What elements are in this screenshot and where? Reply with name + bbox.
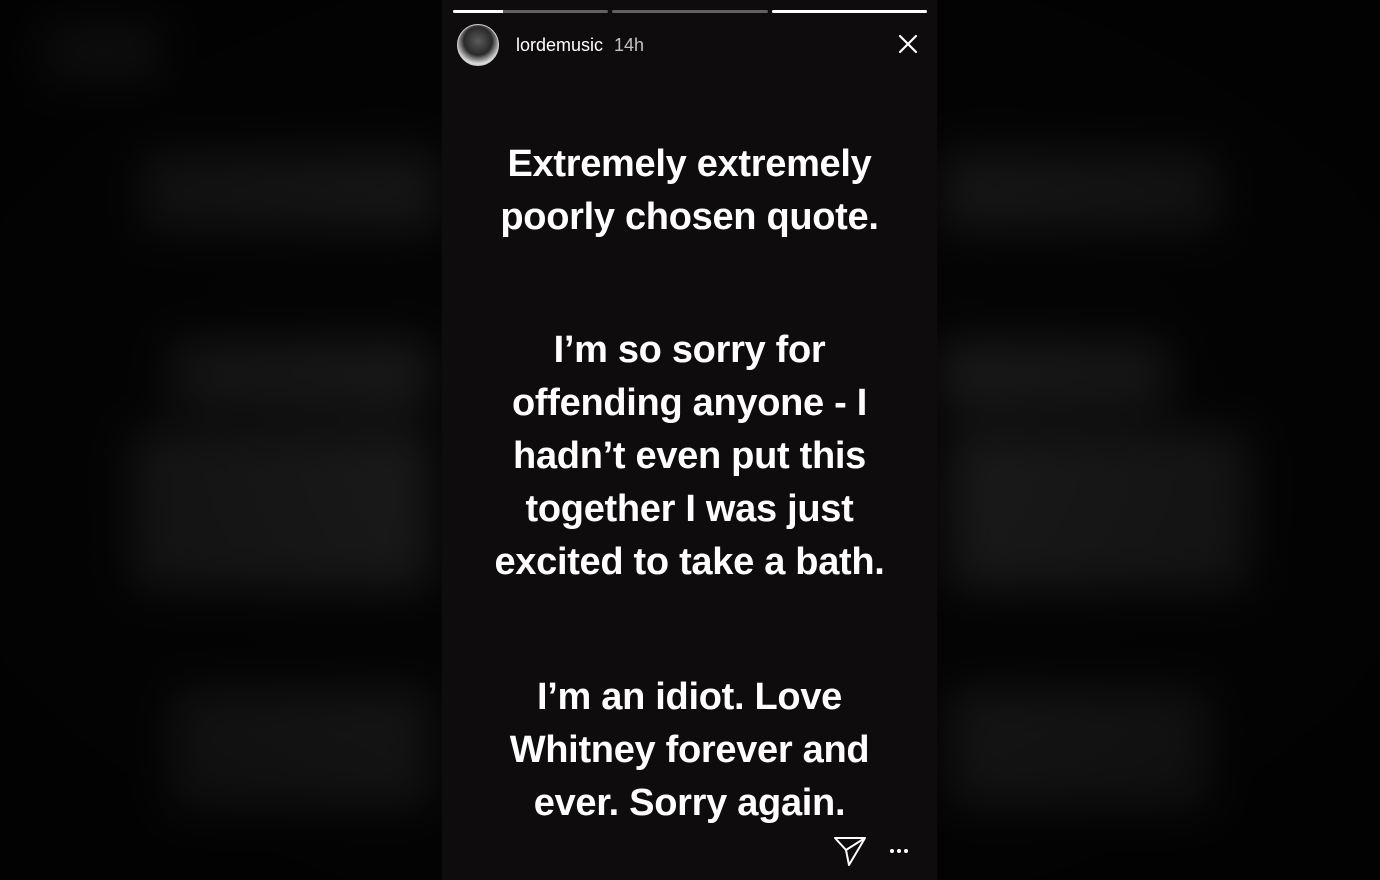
story-text-line: I’m so sorry for [553,329,826,371]
story-text-paragraph: I’m so sorry for offending anyone - I ha… [462,324,917,589]
avatar[interactable] [457,24,499,66]
story-text-line: Whitney forever and [509,729,870,771]
story-text-line: together I was just [525,488,854,530]
close-icon[interactable] [897,33,919,55]
progress-segment [771,10,927,13]
story-text-paragraph: Extremely extremely poorly chosen quote. [462,138,917,244]
story-viewer: lordemusic 14h Extremely extremely poorl… [0,0,1380,880]
story-progress-bar [453,10,927,13]
story-text-line: I’m an idiot. Love [537,676,842,718]
send-paper-plane-icon[interactable] [833,834,867,868]
story-text-line: hadn’t even put this [513,435,866,477]
more-dots-icon[interactable] [888,842,910,860]
story-text-line: Extremely extremely [507,143,872,185]
post-time: 14h [614,34,645,55]
story-text-line: offending anyone - I [512,382,867,424]
progress-segment [612,10,768,13]
story-panel[interactable]: lordemusic 14h Extremely extremely poorl… [442,0,937,880]
story-text-line: ever. Sorry again. [533,782,846,824]
username[interactable]: lordemusic [516,35,603,56]
story-text-line: excited to take a bath. [494,541,885,583]
story-text-paragraph: I’m an idiot. Love Whitney forever and e… [462,671,917,830]
story-text-line: poorly chosen quote. [500,196,879,238]
progress-segment [453,10,609,13]
story-header: lordemusic 14h [457,23,927,67]
